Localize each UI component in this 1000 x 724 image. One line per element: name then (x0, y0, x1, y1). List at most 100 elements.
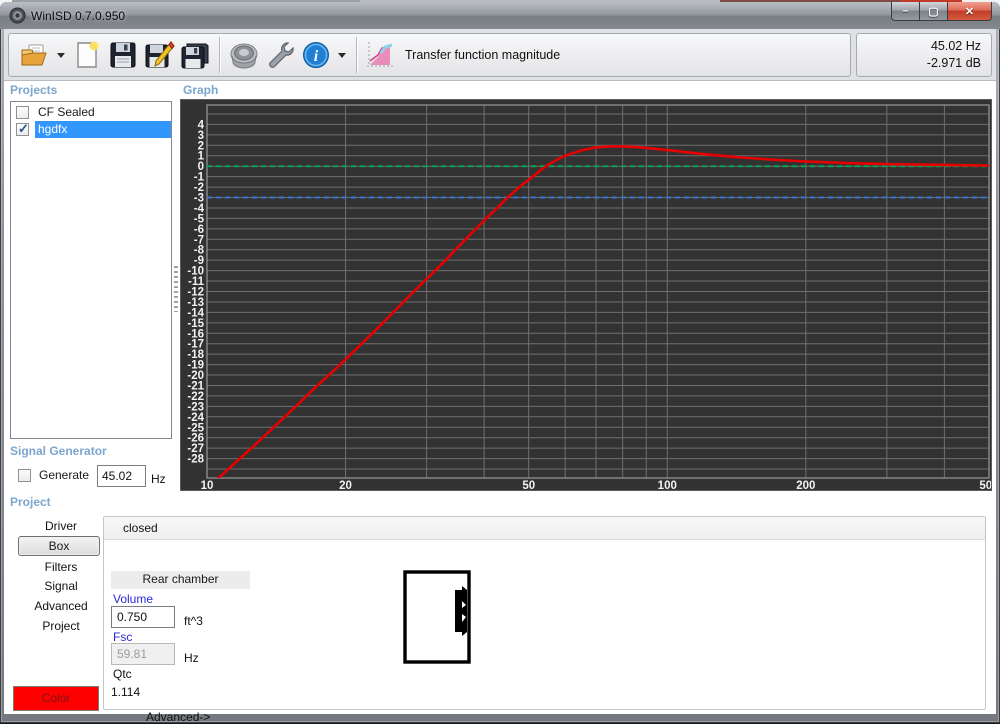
color-button[interactable]: Color (13, 686, 99, 711)
nav-item-advanced[interactable]: Advanced (16, 597, 106, 615)
svg-text:-18: -18 (187, 349, 204, 361)
svg-text:-25: -25 (187, 422, 204, 434)
project-checkbox-unchecked[interactable] (16, 106, 29, 119)
readout-frequency: 45.02 Hz (857, 38, 981, 55)
svg-text:-8: -8 (194, 245, 205, 257)
svg-text:-11: -11 (188, 276, 205, 288)
fsc-input (111, 643, 175, 665)
open-dropdown-arrow[interactable] (57, 53, 65, 58)
graph-header: Graph (183, 83, 218, 97)
svg-text:500: 500 (979, 480, 991, 490)
window-controls: – ▢ ✕ (891, 2, 992, 21)
generate-checkbox[interactable] (18, 469, 31, 482)
toolbar: i Transfer function magnitude 45.02 Hz -… (4, 29, 996, 81)
svg-text:-1: -1 (194, 172, 205, 184)
volume-label: Volume (113, 592, 153, 606)
svg-text:-15: -15 (187, 318, 204, 330)
svg-text:4: 4 (198, 119, 205, 131)
panel-splitter-handle[interactable] (174, 266, 178, 312)
client-area: Projects CF Sealed hgdfx Signal Generato… (4, 81, 996, 714)
minimize-button[interactable]: – (891, 2, 920, 21)
fsc-label: Fsc (113, 630, 132, 644)
volume-unit: ft^3 (184, 614, 203, 628)
new-project-button[interactable] (69, 37, 105, 73)
project-checkbox-checked[interactable] (16, 123, 29, 136)
app-speaker-icon (9, 7, 26, 24)
svg-text:-5: -5 (194, 213, 205, 225)
svg-text:-27: -27 (187, 443, 204, 455)
titlebar[interactable]: WinISD 0.7.0.950 – ▢ ✕ (0, 2, 1000, 29)
svg-text:-7: -7 (194, 234, 204, 246)
open-project-button[interactable] (17, 37, 53, 73)
fsc-unit: Hz (184, 651, 199, 665)
info-dropdown-arrow[interactable] (338, 53, 346, 58)
winisd-window: WinISD 0.7.0.950 – ▢ ✕ (0, 2, 1000, 723)
svg-text:-17: -17 (187, 339, 204, 351)
qtc-value: 1.114 (111, 685, 140, 699)
svg-text:-10: -10 (187, 266, 204, 278)
driver-icon (228, 40, 260, 70)
transfer-function-graph[interactable]: -28-27-26-25-24-23-22-21-20-19-18-17-16-… (180, 99, 992, 491)
svg-text:-20: -20 (187, 370, 204, 382)
projects-list[interactable]: CF Sealed hgdfx (10, 101, 172, 439)
svg-text:-12: -12 (187, 287, 204, 299)
project-section-header: Project (10, 495, 51, 509)
nav-item-box-active[interactable]: Box (18, 536, 100, 556)
svg-text:1: 1 (198, 151, 205, 163)
svg-text:2: 2 (198, 140, 204, 152)
svg-text:-22: -22 (187, 391, 204, 403)
save-as-icon (143, 40, 175, 70)
driver-editor-button[interactable] (226, 37, 262, 73)
project-row-cf-sealed[interactable]: CF Sealed (11, 104, 171, 121)
rear-chamber-label[interactable]: Rear chamber (111, 571, 250, 589)
svg-text:50: 50 (522, 480, 535, 490)
readout-magnitude: -2.971 dB (857, 55, 981, 72)
svg-text:200: 200 (796, 480, 815, 490)
svg-text:-26: -26 (187, 433, 204, 445)
project-label-selected[interactable]: hgdfx (35, 121, 171, 138)
open-folder-icon (20, 41, 50, 69)
project-row-hgdfx[interactable]: hgdfx (11, 121, 171, 138)
svg-text:-19: -19 (187, 360, 204, 372)
svg-text:-3: -3 (194, 193, 204, 205)
window-title: WinISD 0.7.0.950 (31, 9, 125, 23)
graph-canvas[interactable]: -28-27-26-25-24-23-22-21-20-19-18-17-16-… (181, 100, 991, 490)
generator-frequency-input[interactable] (97, 465, 146, 487)
toolbar-separator-2 (356, 37, 357, 73)
volume-input[interactable] (111, 606, 175, 628)
save-as-button[interactable] (141, 37, 177, 73)
toolbar-main-panel: i Transfer function magnitude (8, 33, 851, 77)
cursor-readout-panel: 45.02 Hz -2.971 dB (856, 33, 992, 77)
save-all-icon (179, 40, 211, 70)
svg-text:-24: -24 (187, 412, 204, 424)
nav-item-project[interactable]: Project (16, 617, 106, 635)
svg-text:10: 10 (201, 480, 214, 490)
nav-item-driver[interactable]: Driver (16, 517, 106, 535)
info-icon: i (301, 40, 331, 70)
nav-item-filters[interactable]: Filters (16, 558, 106, 576)
box-type-header[interactable]: closed (104, 517, 985, 540)
save-all-button[interactable] (177, 37, 213, 73)
project-label[interactable]: CF Sealed (35, 104, 171, 121)
nav-item-signal[interactable]: Signal (16, 577, 106, 595)
active-view-label: Transfer function magnitude (405, 48, 560, 62)
svg-text:-16: -16 (187, 328, 204, 340)
save-icon (108, 40, 138, 70)
svg-text:-14: -14 (187, 307, 204, 319)
svg-text:-6: -6 (194, 224, 204, 236)
svg-text:-23: -23 (187, 401, 204, 413)
new-project-icon (73, 40, 101, 70)
close-button[interactable]: ✕ (947, 2, 992, 21)
advanced-link[interactable]: Advanced-> (146, 710, 210, 724)
svg-text:-21: -21 (187, 380, 204, 392)
generator-frequency-unit: Hz (151, 472, 166, 486)
maximize-button[interactable]: ▢ (920, 2, 947, 21)
preferences-button[interactable] (262, 37, 298, 73)
svg-text:-2: -2 (194, 182, 204, 194)
svg-text:-13: -13 (187, 297, 204, 309)
about-button[interactable]: i (298, 37, 334, 73)
save-button[interactable] (105, 37, 141, 73)
toolbar-separator (219, 37, 220, 73)
enclosure-diagram (403, 570, 471, 664)
chart-icon[interactable] (363, 39, 397, 71)
